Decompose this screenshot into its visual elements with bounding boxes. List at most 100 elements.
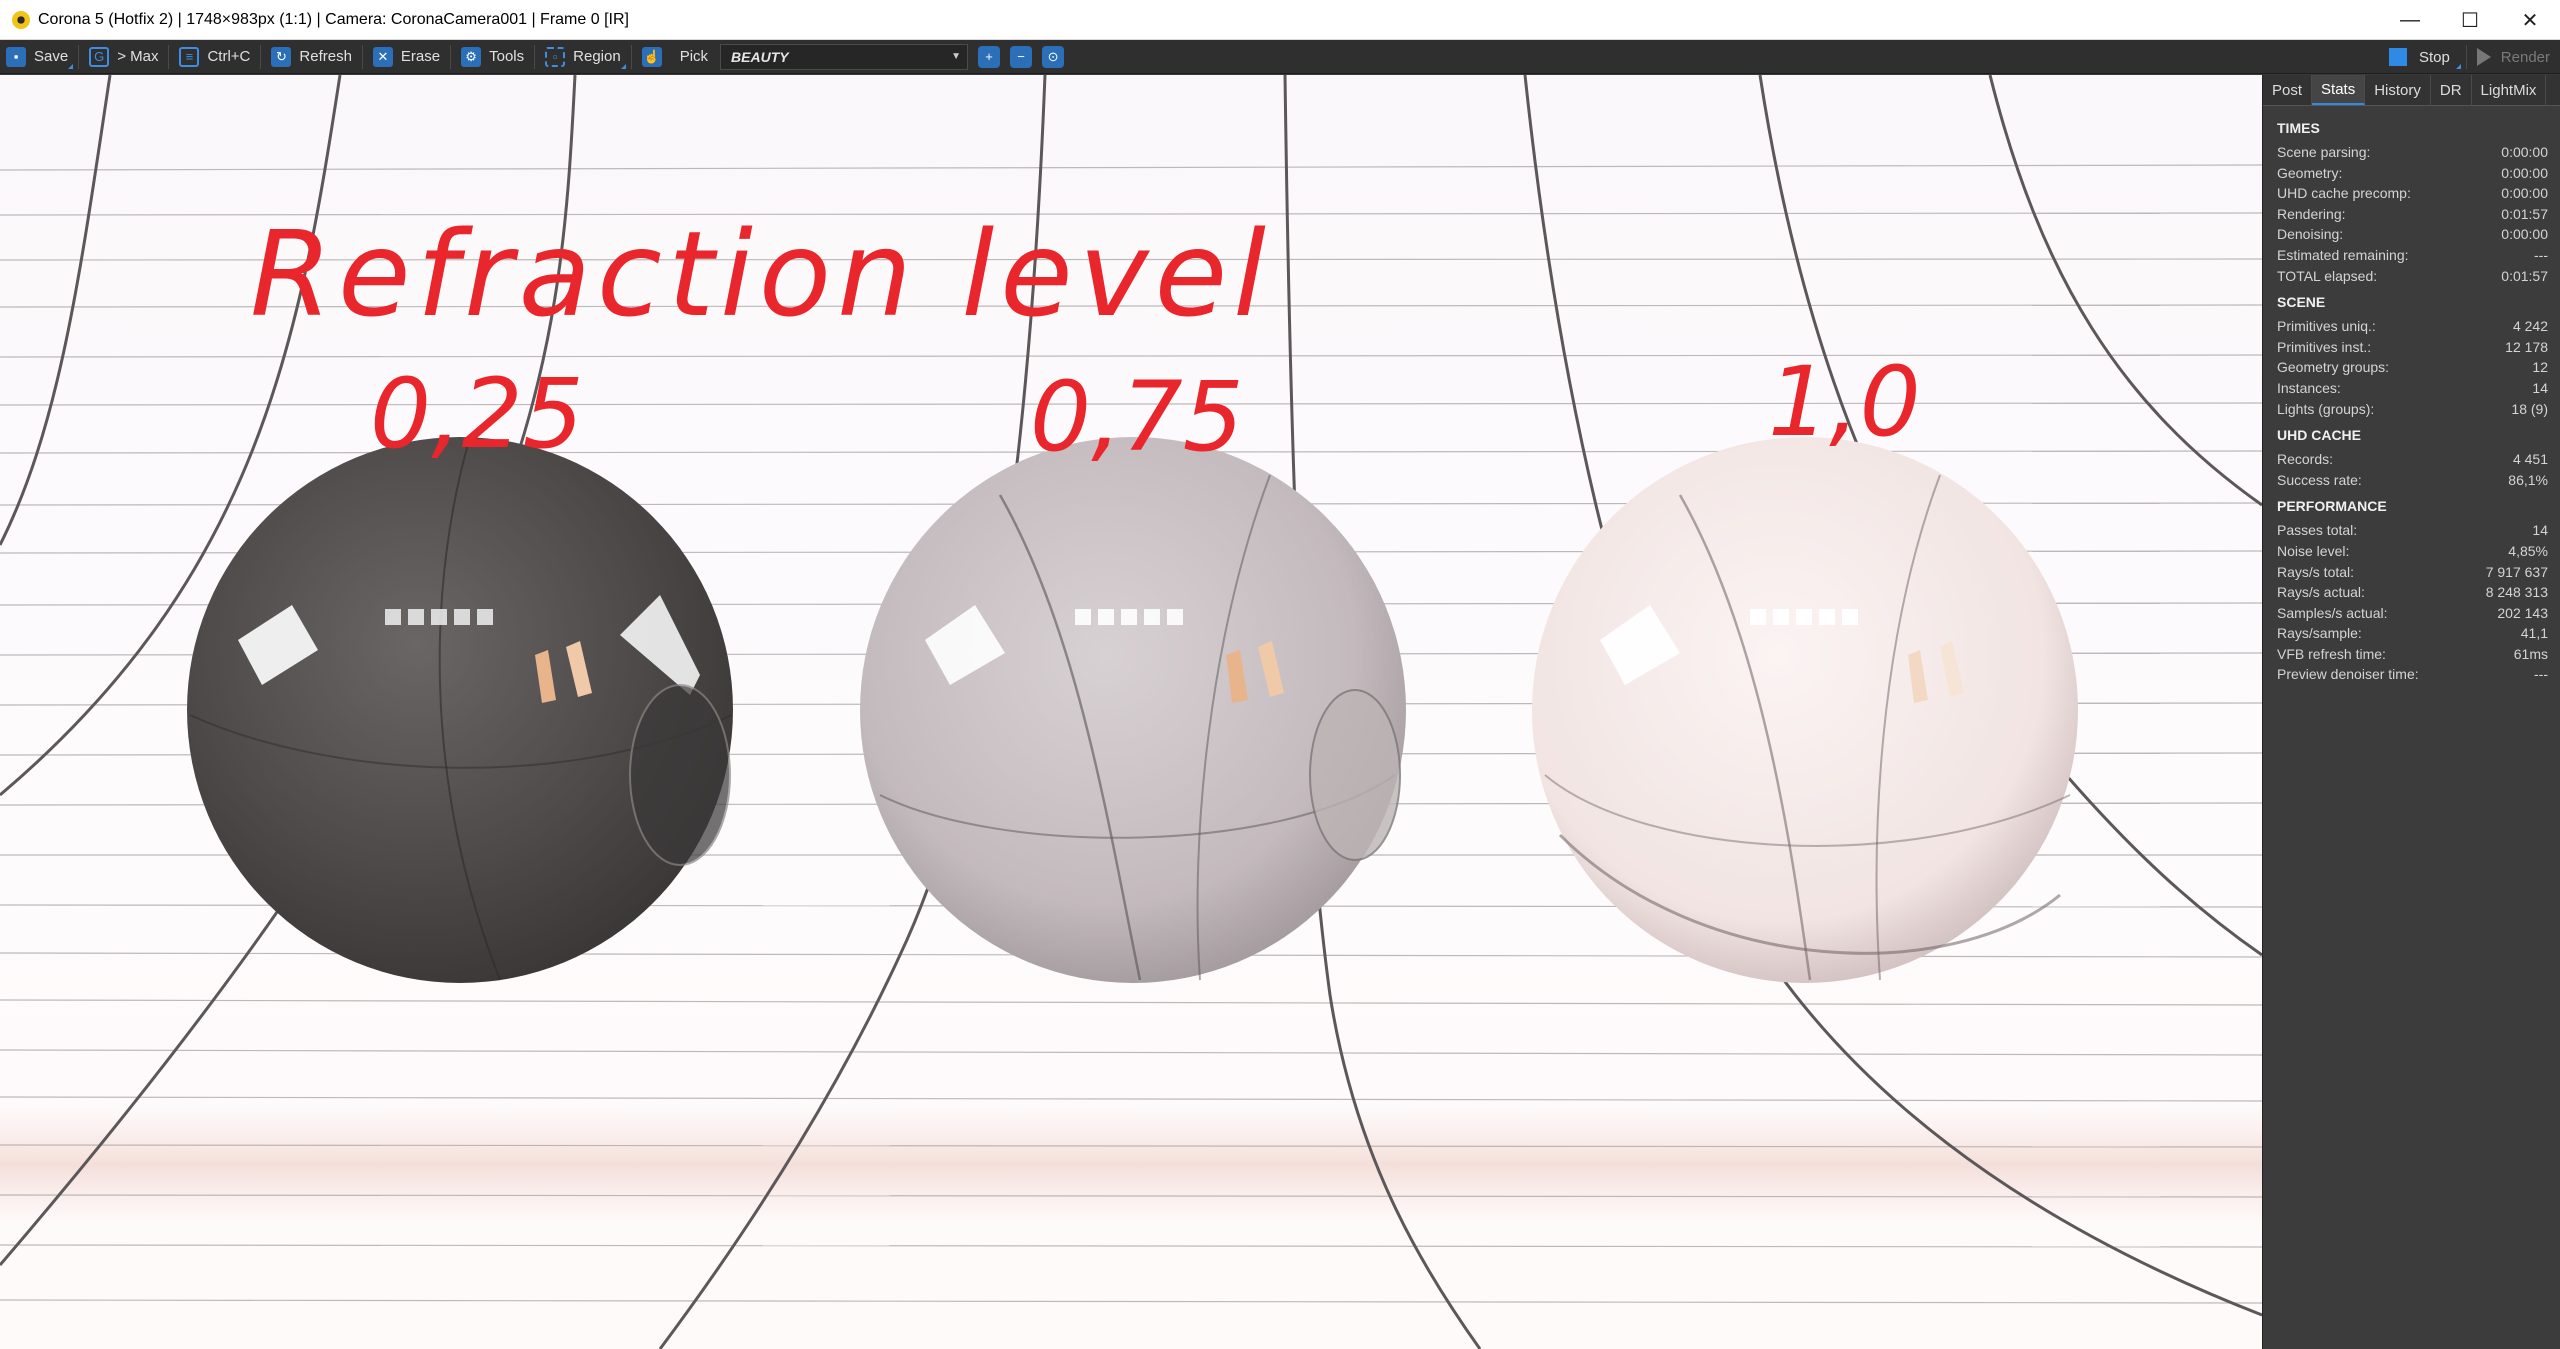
pick-button[interactable]: ☝ Pick xyxy=(636,40,714,74)
stat-value: 4 242 xyxy=(2512,318,2548,335)
stat-label: Success rate: xyxy=(2277,471,2362,488)
stat-value: 4,85% xyxy=(2508,542,2548,559)
erase-button[interactable]: ✕ Erase xyxy=(367,40,446,74)
stat-row: TOTAL elapsed: 0:01:57 xyxy=(2277,266,2548,287)
maximize-button[interactable]: ☐ xyxy=(2440,0,2500,40)
toolbar-divider xyxy=(534,44,536,69)
tab-history[interactable]: History xyxy=(2365,75,2431,105)
zoom-out-icon[interactable]: − xyxy=(1010,45,1033,68)
stats-list: TIMES Scene parsing: 0:00:00 Geometry: 0:0… xyxy=(2263,106,2560,685)
stat-row: Lights (groups): 18 (9) xyxy=(2277,399,2548,420)
sphere-medium xyxy=(860,437,1406,983)
stat-value: 0:00:00 xyxy=(2501,144,2548,160)
stat-row: Samples/s actual: 202 143 xyxy=(2277,603,2548,624)
annotation-label-1: 0,25 xyxy=(370,358,584,470)
stat-label: UHD cache precomp: xyxy=(2277,185,2411,202)
tab-dr[interactable]: DR xyxy=(2431,75,2472,105)
stat-value: 0:00:00 xyxy=(2501,185,2548,202)
stat-label: Scene parsing: xyxy=(2277,144,2371,160)
render-button[interactable]: Render xyxy=(2471,40,2560,74)
toolbar-divider xyxy=(260,44,262,69)
chevron-down-icon: ▼ xyxy=(951,51,962,62)
stat-label: Rays/s total: xyxy=(2277,563,2355,580)
stat-label: Estimated remaining: xyxy=(2277,246,2409,263)
hand-pointer-icon: ☝ xyxy=(641,46,662,67)
render-pass-value: BEAUTY xyxy=(731,48,789,65)
stat-row: Noise level: 4,85% xyxy=(2277,541,2548,562)
sphere-clear xyxy=(1532,437,2078,983)
clipboard-icon: ≡ xyxy=(179,46,200,67)
stat-value: --- xyxy=(2534,666,2548,683)
stat-value: 14 xyxy=(2532,379,2548,396)
section-title-performance: PERFORMANCE xyxy=(2277,498,2387,515)
region-label: Region xyxy=(573,48,621,65)
stat-label: Rays/s actual: xyxy=(2277,584,2365,601)
stat-row: Geometry groups: 12 xyxy=(2277,357,2548,378)
annotation-title: Refraction level xyxy=(250,205,1272,343)
title-bar: Corona 5 (Hotfix 2) | 1748×983px (1:1) |… xyxy=(0,0,2560,40)
stat-row: Success rate: 86,1% xyxy=(2277,470,2548,491)
stat-row: Scene parsing: 0:00:00 xyxy=(2277,142,2548,163)
play-icon xyxy=(2476,48,2491,66)
stat-value: 61ms xyxy=(2513,645,2548,662)
annotation-label-2: 0,75 xyxy=(1030,361,1244,473)
toolbar-divider xyxy=(361,44,363,69)
toolbar-divider xyxy=(2465,45,2467,69)
stat-row: Passes total: 14 xyxy=(2277,520,2548,541)
stat-label: Samples/s actual: xyxy=(2277,604,2388,621)
annotation-label-3: 1,0 xyxy=(1768,346,1921,458)
dropdown-corner-icon xyxy=(620,63,626,69)
stat-row: Instances: 14 xyxy=(2277,378,2548,399)
stat-label: VFB refresh time: xyxy=(2277,645,2386,662)
tab-lightmix[interactable]: LightMix xyxy=(2472,75,2547,105)
render-pass-select[interactable]: BEAUTY ▼ xyxy=(720,43,969,70)
send-to-max-button[interactable]: G > Max xyxy=(83,40,164,74)
refresh-button[interactable]: ↻ Refresh xyxy=(265,40,358,74)
render-label: Render xyxy=(2500,48,2550,66)
stat-row: Records: 4 451 xyxy=(2277,449,2548,470)
stat-row: VFB refresh time: 61ms xyxy=(2277,644,2548,665)
sphere-dark xyxy=(187,436,733,983)
copy-label: Ctrl+C xyxy=(207,48,251,65)
render-controls: Stop Render xyxy=(2383,40,2560,74)
erase-x-icon: ✕ xyxy=(372,46,393,67)
stop-label: Stop xyxy=(2418,48,2450,66)
close-button[interactable]: ✕ xyxy=(2500,0,2560,40)
tools-button[interactable]: ⚙ Tools xyxy=(455,40,530,74)
stat-label: Primitives uniq.: xyxy=(2277,318,2376,335)
stat-row: Rays/s actual: 8 248 313 xyxy=(2277,582,2548,603)
save-label: Save xyxy=(34,48,69,65)
stat-value: 4 451 xyxy=(2512,451,2548,468)
tab-post[interactable]: Post xyxy=(2263,75,2313,105)
refresh-icon: ↻ xyxy=(271,46,292,67)
stat-row: Denoising: 0:00:00 xyxy=(2277,224,2548,245)
stat-value: 8 248 313 xyxy=(2485,584,2548,601)
render-viewport[interactable]: Refraction level 0,25 0,75 1,0 xyxy=(0,75,2262,1349)
toolbar-divider xyxy=(168,44,170,69)
stat-value: 41,1 xyxy=(2520,625,2548,642)
corona-logo-icon xyxy=(12,10,30,29)
window-title: Corona 5 (Hotfix 2) | 1748×983px (1:1) |… xyxy=(38,10,629,28)
stat-value: 86,1% xyxy=(2508,471,2548,488)
stop-button[interactable]: Stop xyxy=(2383,40,2462,74)
minimize-button[interactable]: — xyxy=(2380,0,2440,40)
region-button[interactable]: ▫ Region xyxy=(539,40,627,74)
stat-value: 0:01:57 xyxy=(2501,267,2548,284)
zoom-in-icon[interactable]: + xyxy=(978,45,1001,68)
toolbar-divider xyxy=(450,44,452,69)
stat-value: 12 178 xyxy=(2505,338,2548,355)
tools-label: Tools xyxy=(489,48,525,65)
send-to-max-label: > Max xyxy=(117,48,159,65)
stop-square-icon xyxy=(2388,48,2407,66)
copy-button[interactable]: ≡ Ctrl+C xyxy=(173,40,256,74)
region-select-icon: ▫ xyxy=(545,46,566,67)
stat-row: Rays/sample: 41,1 xyxy=(2277,623,2548,644)
tab-stats[interactable]: Stats xyxy=(2312,75,2366,105)
stat-label: Rays/sample: xyxy=(2277,625,2362,642)
zoom-fit-icon[interactable]: ⊙ xyxy=(1042,45,1065,68)
stat-label: Primitives inst.: xyxy=(2277,338,2372,355)
stat-label: Noise level: xyxy=(2277,542,2350,559)
stats-panel: Post Stats History DR LightMix TIMES Sce… xyxy=(2262,75,2560,1349)
stat-row: Rendering: 0:01:57 xyxy=(2277,204,2548,225)
save-button[interactable]: ▪ Save xyxy=(0,40,74,74)
